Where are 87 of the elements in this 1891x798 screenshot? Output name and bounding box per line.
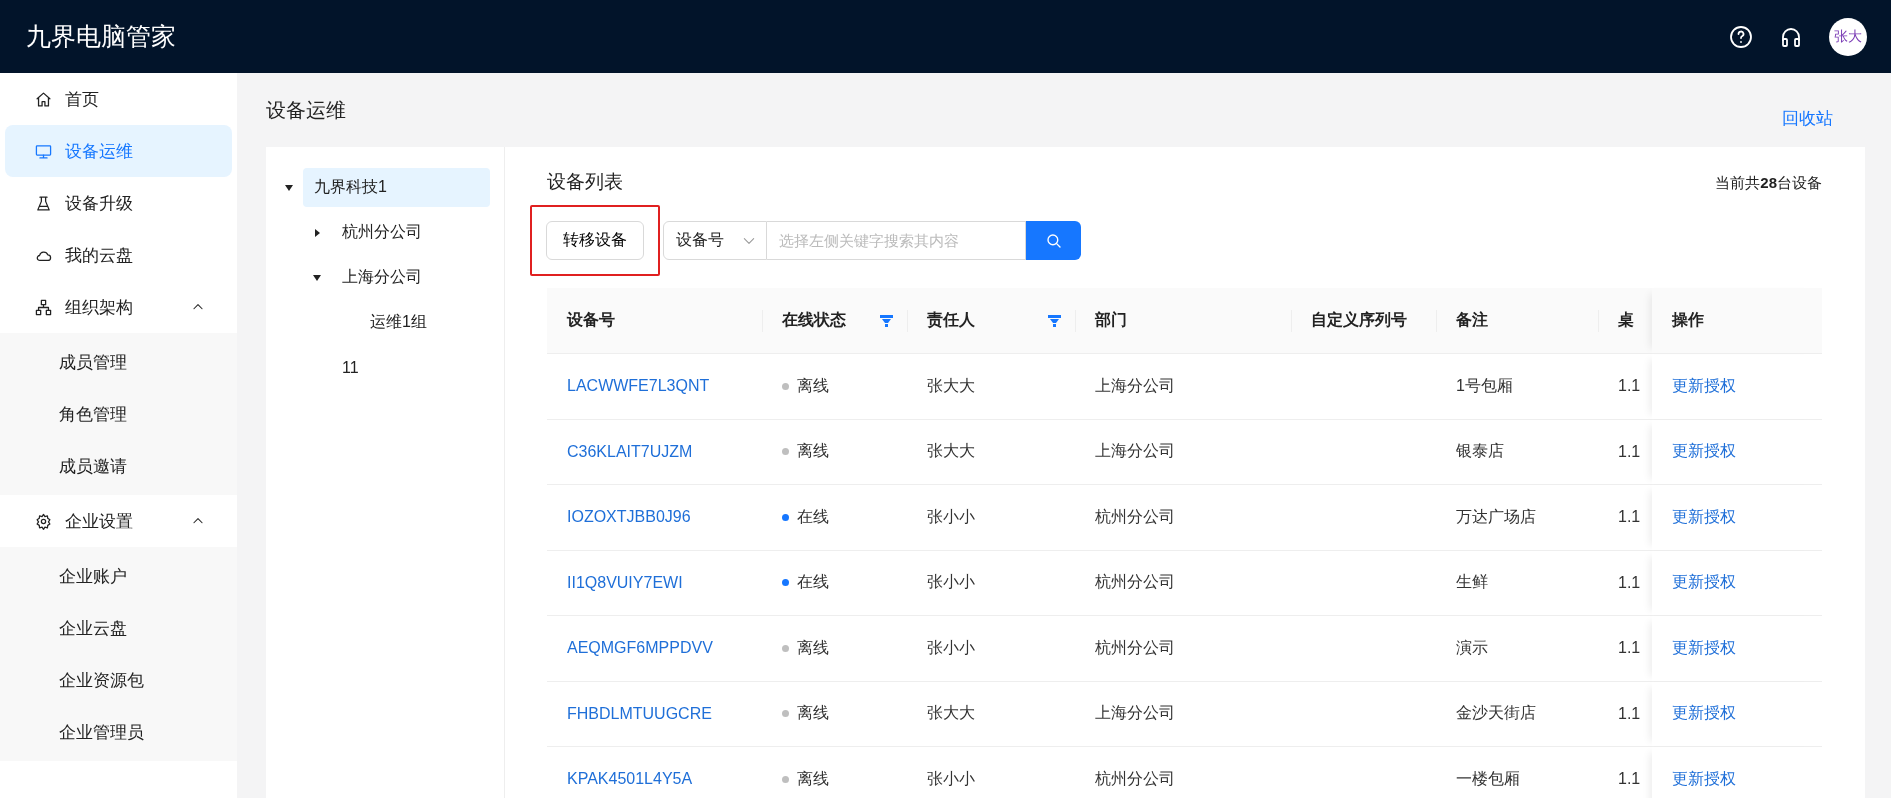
nav-item[interactable]: 企业管理员 (0, 706, 237, 758)
section-title: 设备列表 (547, 170, 623, 194)
app-title: 九界电脑管家 (26, 21, 177, 52)
field-dropdown[interactable]: 设备号 (663, 221, 767, 260)
nav-item[interactable]: 企业云盘 (0, 602, 237, 654)
renew-license-link[interactable]: 更新授权 (1652, 485, 1822, 551)
device-id-link[interactable]: AEQMGF6MPPDVV (547, 616, 762, 682)
column-header: 自定义序列号 (1291, 288, 1436, 354)
user-avatar[interactable]: 张大 (1829, 17, 1867, 56)
renew-license-link[interactable]: 更新授权 (1652, 616, 1822, 682)
status-text: 离线 (797, 768, 829, 789)
nav-item[interactable]: 设备升级 (5, 177, 232, 229)
tree-node[interactable]: 上海分公司 (331, 258, 490, 297)
settings-icon (35, 512, 52, 530)
nav-item[interactable]: 成员管理 (0, 336, 237, 388)
monitor-icon (35, 142, 52, 160)
renew-license-link[interactable]: 更新授权 (1652, 550, 1822, 616)
table-cell: 张大大 (907, 354, 1075, 420)
nav-item[interactable]: 成员邀请 (0, 440, 237, 492)
search-icon (1044, 231, 1063, 250)
column-header: 操作 (1652, 288, 1822, 354)
page-title: 设备运维 (266, 97, 346, 123)
device-id-link[interactable]: II1Q8VUIY7EWI (547, 550, 762, 616)
column-header: 部门 (1075, 288, 1291, 354)
renew-license-link[interactable]: 更新授权 (1652, 681, 1822, 747)
tree-node[interactable]: 运维1组 (359, 303, 490, 342)
status-text: 在线 (797, 506, 829, 527)
table-cell: 金沙天街店 (1436, 681, 1598, 747)
tree-node[interactable]: 杭州分公司 (331, 213, 490, 252)
table-cell: 银泰店 (1436, 419, 1598, 485)
column-header: 备注 (1436, 288, 1598, 354)
table-cell: 上海分公司 (1075, 681, 1291, 747)
hierarchy-icon (35, 298, 52, 316)
nav-item[interactable]: 设备运维 (5, 125, 232, 177)
home-icon (35, 90, 52, 108)
table-cell: 上海分公司 (1075, 354, 1291, 420)
nav-item[interactable]: 首页 (5, 73, 232, 125)
device-count: 当前共28台设备 (1715, 174, 1822, 193)
device-id-link[interactable]: FHBDLMTUUGCRE (547, 681, 762, 747)
table-cell: 杭州分公司 (1075, 485, 1291, 551)
filter-icon[interactable] (880, 314, 893, 327)
recycle-bin-link[interactable]: 回收站 (1782, 106, 1833, 130)
table-cell: 演示 (1436, 616, 1598, 682)
nav-item[interactable]: 我的云盘 (5, 229, 232, 281)
filter-icon[interactable] (1048, 314, 1061, 327)
help-icon[interactable] (1729, 24, 1753, 49)
search-field[interactable]: 选择左侧关键字搜索其内容 (767, 221, 1026, 260)
table-cell: 杭州分公司 (1075, 550, 1291, 616)
table-cell: 张大大 (907, 419, 1075, 485)
status-text: 离线 (797, 441, 829, 462)
renew-license-link[interactable]: 更新授权 (1652, 747, 1822, 798)
table-cell: 张小小 (907, 550, 1075, 616)
flask-icon (35, 194, 52, 212)
status-text: 离线 (797, 375, 829, 396)
table-cell: 1号包厢 (1436, 354, 1598, 420)
column-header: 在线状态 (762, 288, 907, 354)
nav-item[interactable]: 角色管理 (0, 388, 237, 440)
nav-item[interactable]: 企业资源包 (0, 654, 237, 706)
tree-node[interactable]: 11 (331, 349, 490, 386)
renew-license-link[interactable]: 更新授权 (1652, 419, 1822, 485)
table-cell: 张大大 (907, 681, 1075, 747)
transfer-button[interactable]: 转移设备 (546, 221, 644, 260)
status-text: 离线 (797, 703, 829, 724)
status-text: 离线 (797, 637, 829, 658)
table-cell: 一楼包厢 (1436, 747, 1598, 798)
renew-license-link[interactable]: 更新授权 (1652, 354, 1822, 420)
device-id-link[interactable]: IOZOXTJBB0J96 (547, 485, 762, 551)
tree-node[interactable]: 九界科技1 (303, 168, 490, 207)
device-id-link[interactable]: KPAK4501L4Y5A (547, 747, 762, 798)
table-cell: 上海分公司 (1075, 419, 1291, 485)
nav-item[interactable]: 企业设置 (5, 495, 232, 547)
nav-item[interactable]: 组织架构 (5, 281, 232, 333)
device-id-link[interactable]: LACWWFE7L3QNT (547, 354, 762, 420)
status-text: 在线 (797, 572, 829, 593)
device-id-link[interactable]: C36KLAIT7UJZM (547, 419, 762, 485)
column-header: 桌 (1598, 288, 1652, 354)
column-header: 设备号 (547, 288, 762, 354)
search-button[interactable] (1026, 221, 1081, 260)
table-cell: 张小小 (907, 747, 1075, 798)
table-cell: 生鲜 (1436, 550, 1598, 616)
table-cell: 杭州分公司 (1075, 747, 1291, 798)
nav-item[interactable]: 企业账户 (0, 550, 237, 602)
column-header: 责任人 (907, 288, 1075, 354)
table-cell: 张小小 (907, 485, 1075, 551)
table-cell: 万达广场店 (1436, 485, 1598, 551)
table-cell: 杭州分公司 (1075, 616, 1291, 682)
table-cell: 张小小 (907, 616, 1075, 682)
